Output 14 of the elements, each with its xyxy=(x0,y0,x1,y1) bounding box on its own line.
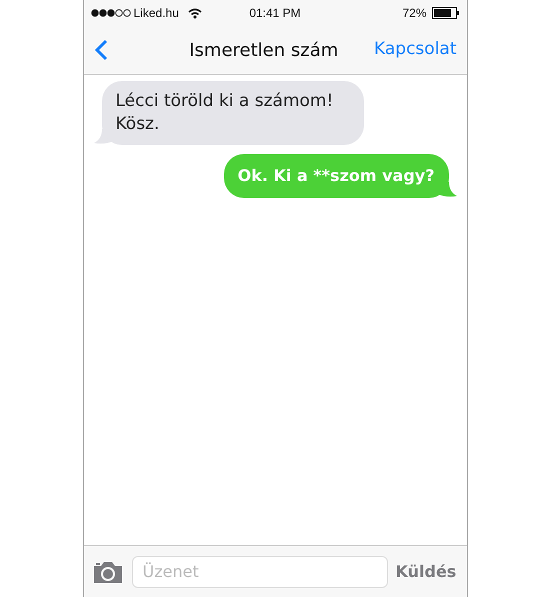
status-time: 01:41 PM xyxy=(248,5,302,22)
message-input[interactable]: Üzenet xyxy=(132,556,388,588)
message-bubble: Ok. Ki a **szom vagy? xyxy=(224,154,448,198)
battery-percent: 72% xyxy=(402,5,426,22)
message-bubble: Lécci töröld ki a számom! Kösz. xyxy=(102,81,364,145)
conversation-title: Ismeretlen szám xyxy=(188,38,340,62)
battery-icon xyxy=(432,7,460,19)
send-button[interactable]: Küldés xyxy=(396,560,456,584)
contact-link[interactable]: Kapcsolat xyxy=(374,37,456,63)
carrier-name: Liked.hu xyxy=(134,5,179,22)
wifi-icon xyxy=(188,8,202,18)
back-chevron-icon xyxy=(94,39,108,61)
camera-icon[interactable] xyxy=(92,560,124,584)
signal-icon xyxy=(90,9,130,17)
